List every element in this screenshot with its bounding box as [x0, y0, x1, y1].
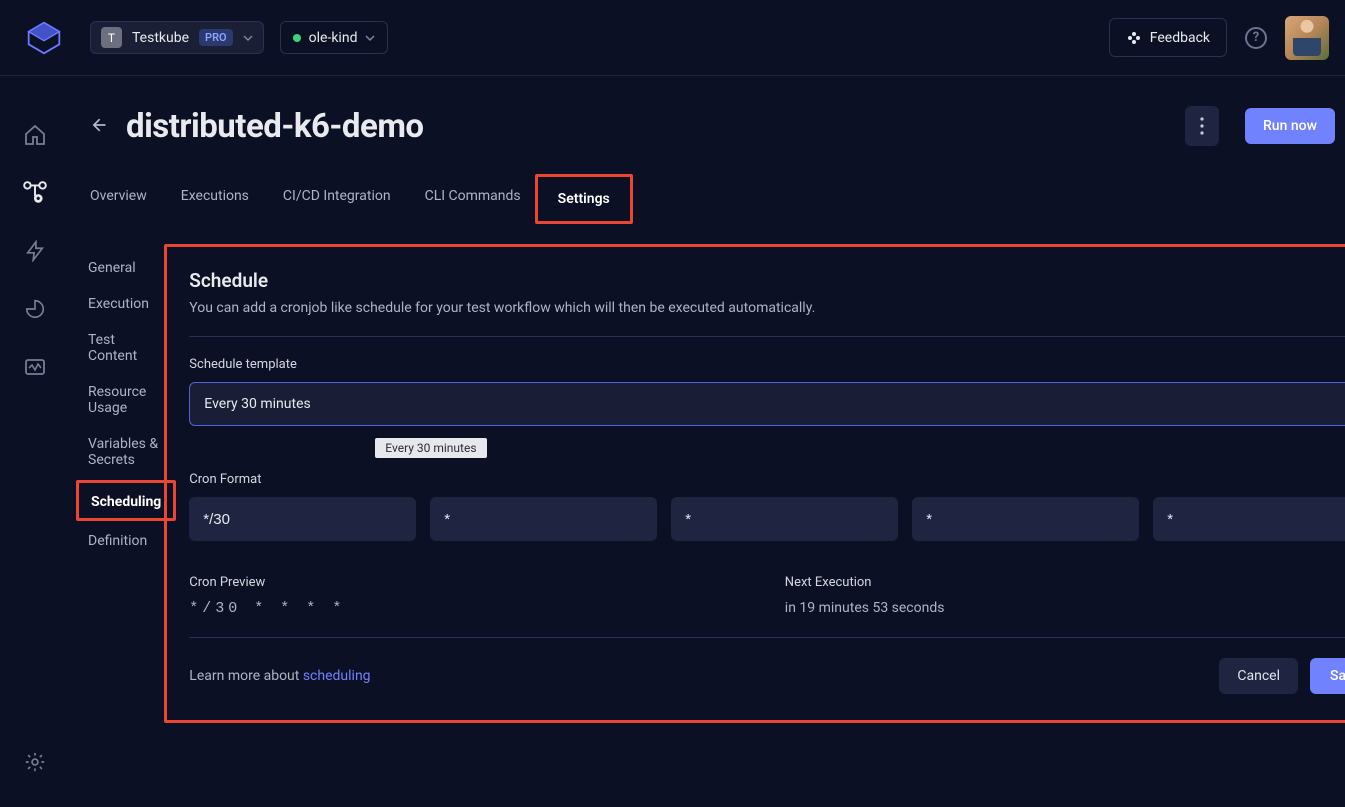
schedule-title: Schedule — [189, 269, 1345, 292]
subnav-general[interactable]: General — [88, 260, 164, 276]
schedule-description: You can add a cronjob like schedule for … — [189, 300, 1345, 316]
app-logo[interactable] — [16, 10, 72, 66]
tab-bar: Overview Executions CI/CD Integration CL… — [88, 182, 1345, 216]
cron-hour-input[interactable] — [430, 497, 657, 541]
learn-more-link[interactable]: scheduling — [303, 668, 371, 684]
slack-icon — [1126, 30, 1142, 46]
status-dot-icon — [293, 34, 301, 42]
org-name: Testkube — [132, 30, 189, 46]
rail-home[interactable] — [20, 120, 50, 150]
cron-preview-value: */30 * * * * — [189, 600, 785, 617]
rail-monitor[interactable] — [20, 352, 50, 382]
feedback-button[interactable]: Feedback — [1109, 18, 1227, 57]
main-content: distributed-k6-demo Run now Overview Exe… — [70, 76, 1345, 807]
cron-inputs-row — [189, 497, 1345, 541]
subnav-definition[interactable]: Definition — [88, 533, 164, 549]
learn-more-text: Learn more about scheduling — [189, 668, 370, 684]
pro-badge: PRO — [199, 29, 233, 46]
kebab-icon — [1200, 117, 1204, 135]
run-now-button[interactable]: Run now — [1245, 108, 1335, 144]
page-title: distributed-k6-demo — [126, 107, 424, 146]
schedule-template-value: Every 30 minutes — [204, 396, 310, 412]
subnav-resource-usage[interactable]: Resource Usage — [88, 384, 164, 416]
divider — [189, 637, 1345, 638]
feedback-label: Feedback — [1150, 30, 1210, 46]
subnav-variables-secrets[interactable]: Variables & Secrets — [88, 436, 164, 468]
divider — [189, 336, 1345, 337]
page-header: distributed-k6-demo Run now — [88, 106, 1345, 146]
tab-overview[interactable]: Overview — [88, 182, 149, 216]
save-button[interactable]: Save — [1310, 658, 1345, 694]
subnav-scheduling[interactable]: Scheduling — [91, 494, 161, 510]
schedule-panel: Schedule You can add a cronjob like sche… — [167, 247, 1345, 720]
cron-preview-label: Cron Preview — [189, 575, 785, 590]
rail-lightning[interactable] — [20, 236, 50, 266]
tab-cicd[interactable]: CI/CD Integration — [281, 182, 393, 216]
back-arrow-icon[interactable] — [88, 115, 110, 137]
next-execution-label: Next Execution — [785, 575, 1345, 590]
help-icon[interactable]: ? — [1245, 27, 1267, 49]
subnav-execution[interactable]: Execution — [88, 296, 164, 312]
top-bar: T Testkube PRO ole-kind Feedback ? — [0, 0, 1345, 76]
schedule-template-label: Schedule template — [189, 357, 1345, 372]
settings-subnav: General Execution Test Content Resource … — [88, 244, 164, 723]
schedule-template-tooltip: Every 30 minutes — [375, 438, 486, 458]
schedule-panel-highlight: Schedule You can add a cronjob like sche… — [164, 244, 1345, 723]
cron-day-input[interactable] — [671, 497, 898, 541]
cron-format-label: Cron Format — [189, 472, 1345, 487]
chevron-down-icon — [365, 33, 375, 43]
env-name: ole-kind — [309, 30, 358, 46]
cron-month-input[interactable] — [912, 497, 1139, 541]
schedule-template-select[interactable]: Every 30 minutes — [189, 382, 1345, 426]
subnav-test-content[interactable]: Test Content — [88, 332, 164, 364]
chevron-down-icon — [243, 33, 253, 43]
rail-settings[interactable] — [20, 747, 50, 777]
org-switcher[interactable]: T Testkube PRO — [90, 21, 264, 54]
next-execution-value: in 19 minutes 53 seconds — [785, 600, 1345, 616]
cancel-button[interactable]: Cancel — [1219, 658, 1298, 694]
env-switcher[interactable]: ole-kind — [280, 21, 389, 54]
rail-workflows[interactable] — [20, 178, 50, 208]
cron-minute-input[interactable] — [189, 497, 416, 541]
tab-cli[interactable]: CLI Commands — [423, 182, 523, 216]
more-actions-button[interactable] — [1185, 106, 1219, 146]
rail-analytics[interactable] — [20, 294, 50, 324]
user-avatar[interactable] — [1285, 16, 1329, 60]
tab-executions[interactable]: Executions — [179, 182, 251, 216]
tab-settings[interactable]: Settings — [556, 185, 612, 213]
org-avatar: T — [101, 27, 122, 48]
left-rail — [0, 76, 70, 807]
cron-weekday-input[interactable] — [1153, 497, 1345, 541]
